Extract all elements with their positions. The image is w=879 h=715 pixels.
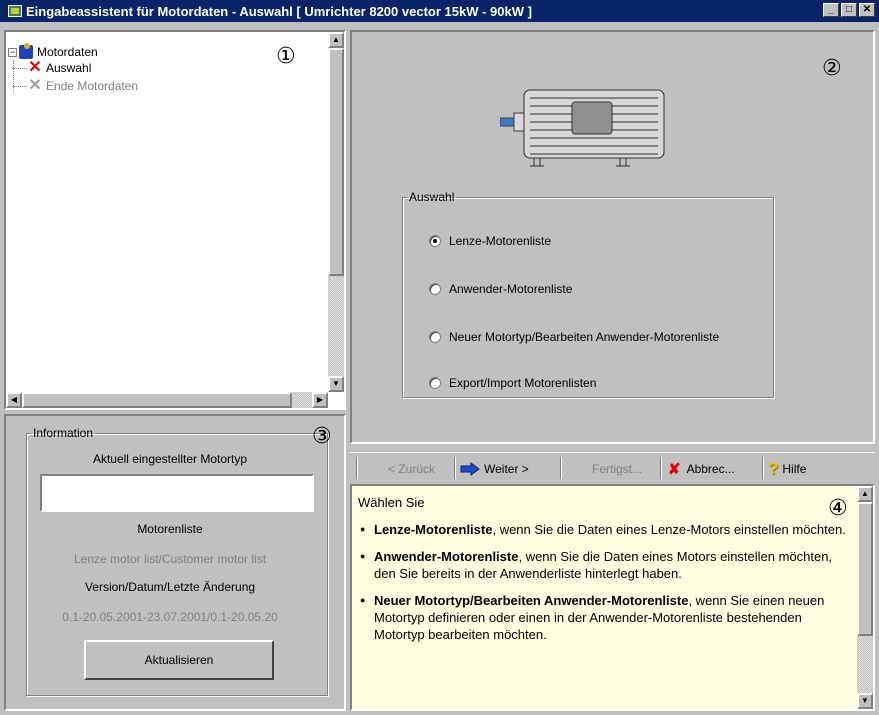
cancel-x-icon: ✘ — [668, 461, 681, 478]
help-item-term: Lenze-Motorenliste — [374, 522, 493, 537]
option-label: Lenze-Motorenliste — [449, 234, 552, 248]
tree-connector — [13, 86, 27, 87]
navigation-tree[interactable]: − Motordaten ✕ Auswahl ✕ Ende Motordaten… — [4, 30, 346, 410]
toolbar-separator — [660, 457, 662, 479]
title-bar: Eingabeassistent für Motordaten - Auswah… — [0, 0, 879, 22]
toolbar-separator — [454, 457, 456, 479]
version-value: 0.1-20.05.2001-23.07.2001/0.1-20.05.20 — [62, 610, 278, 624]
toolbar-separator — [560, 457, 562, 479]
red-x-icon: ✕ — [28, 59, 42, 76]
scroll-left-button[interactable]: ◀ — [6, 392, 22, 408]
tree-connector — [13, 60, 14, 92]
option-label: Anwender-Motorenliste — [449, 282, 573, 296]
radio-button[interactable] — [429, 377, 441, 389]
tree-label-ende-motordaten: Ende Motordaten — [46, 79, 139, 93]
scroll-up-button[interactable]: ▲ — [328, 32, 344, 48]
help-content: Wählen Sie Lenze-Motorenliste, wenn Sie … — [358, 494, 852, 653]
help-vertical-scrollbar[interactable]: ▲ ▼ — [857, 486, 873, 709]
tree-label-motordaten: Motordaten — [37, 45, 98, 59]
scroll-thumb-horizontal[interactable] — [22, 392, 292, 408]
tree-connector — [13, 68, 27, 69]
help-panel: Wählen Sie Lenze-Motorenliste, wenn Sie … — [350, 484, 875, 711]
motor-data-icon — [19, 43, 33, 59]
current-motor-field[interactable] — [40, 474, 314, 512]
help-button-label: Hilfe — [782, 462, 807, 476]
motor-list-label: Motorenliste — [137, 522, 203, 536]
scroll-up-button[interactable]: ▲ — [857, 486, 873, 502]
window-title: Eingabeassistent für Motordaten - Auswah… — [26, 3, 532, 19]
scroll-thumb[interactable] — [328, 48, 344, 276]
option-neuer-motortyp[interactable]: Neuer Motortyp/Bearbeiten Anwender-Motor… — [429, 330, 719, 344]
current-motor-label: Aktuell eingestellter Motortyp — [92, 452, 248, 466]
help-list-item: Anwender-Motorenliste, wenn Sie die Date… — [358, 548, 852, 582]
tree-horizontal-scrollbar[interactable]: ◀ ▶ — [6, 392, 328, 408]
help-question-icon: ? — [768, 459, 779, 478]
help-item-term: Neuer Motortyp/Bearbeiten Anwender-Motor… — [374, 593, 689, 608]
option-label: Neuer Motortyp/Bearbeiten Anwender-Motor… — [449, 330, 720, 344]
maximize-button[interactable]: □ — [841, 3, 857, 17]
selection-legend: Auswahl — [409, 190, 455, 204]
back-button[interactable]: < Zurück — [388, 458, 435, 480]
tree-label-auswahl: Auswahl — [46, 61, 92, 75]
option-export-import[interactable]: Export/Import Motorenlisten — [429, 376, 596, 390]
callout-marker-3: ③ — [312, 424, 332, 449]
finish-button[interactable]: Fertigst... — [592, 458, 642, 480]
tree-collapse-icon[interactable]: − — [8, 47, 17, 57]
cancel-button[interactable]: ✘ Abbrec... — [668, 458, 735, 480]
next-button-label: Weiter > — [484, 462, 529, 476]
scroll-right-button[interactable]: ▶ — [312, 392, 328, 408]
tree-node-motordaten[interactable]: − Motordaten — [8, 43, 98, 60]
close-button[interactable]: ✕ — [859, 3, 875, 17]
radio-button[interactable] — [429, 283, 441, 295]
help-intro: Wählen Sie — [358, 495, 425, 510]
app-icon — [8, 5, 22, 17]
gray-x-icon: ✕ — [28, 77, 42, 94]
motor-list-value: Lenze motor list/Customer motor list — [73, 552, 267, 566]
callout-marker-2: ② — [822, 56, 842, 81]
tree-node-auswahl[interactable]: ✕ Auswahl — [28, 60, 91, 76]
scroll-down-button[interactable]: ▼ — [328, 376, 344, 392]
selection-group: Auswahl Lenze-Motorenliste Anwender-Moto… — [402, 190, 774, 398]
help-list-item: Neuer Motortyp/Bearbeiten Anwender-Motor… — [358, 592, 852, 643]
radio-button[interactable] — [429, 331, 441, 343]
scroll-thumb[interactable] — [857, 502, 873, 636]
selection-panel: ② Auswahl Lenze-Motorenliste Anwender-Mo… — [350, 30, 875, 444]
minimize-button[interactable]: _ — [823, 3, 839, 17]
window-controls: _ □ ✕ — [821, 3, 875, 17]
tree-node-ende-motordaten[interactable]: ✕ Ende Motordaten — [28, 78, 138, 94]
callout-marker-4: ④ — [828, 496, 848, 521]
information-legend: Information — [33, 426, 94, 440]
refresh-button[interactable]: Aktualisieren — [84, 640, 274, 680]
next-arrow-icon — [460, 462, 480, 476]
wizard-toolbar: < Zurück Weiter > Fertigst... ✘ Abbrec..… — [350, 452, 875, 482]
toolbar-separator — [356, 457, 358, 479]
option-label: Export/Import Motorenlisten — [449, 376, 597, 390]
motor-illustration — [500, 89, 665, 167]
help-item-text: , wenn Sie die Daten eines Lenze-Motors … — [492, 522, 846, 537]
callout-marker-1: ① — [276, 44, 296, 69]
help-button[interactable]: ? Hilfe — [768, 458, 806, 480]
toolbar-separator — [762, 457, 764, 479]
help-list-item: Lenze-Motorenliste, wenn Sie die Daten e… — [358, 521, 852, 538]
help-list: Lenze-Motorenliste, wenn Sie die Daten e… — [358, 521, 852, 643]
tree-vertical-scrollbar[interactable]: ▲ ▼ — [328, 32, 344, 392]
info-panel: Information ③ Aktuell eingestellter Moto… — [4, 414, 346, 711]
scroll-down-button[interactable]: ▼ — [857, 693, 873, 709]
help-item-term: Anwender-Motorenliste — [374, 549, 519, 564]
cancel-button-label: Abbrec... — [686, 462, 735, 476]
option-lenze-motorenliste[interactable]: Lenze-Motorenliste — [429, 234, 551, 248]
option-anwender-motorenliste[interactable]: Anwender-Motorenliste — [429, 282, 572, 296]
radio-button[interactable] — [429, 235, 441, 247]
version-label: Version/Datum/Letzte Änderung — [84, 580, 256, 594]
next-button[interactable]: Weiter > — [460, 458, 529, 480]
